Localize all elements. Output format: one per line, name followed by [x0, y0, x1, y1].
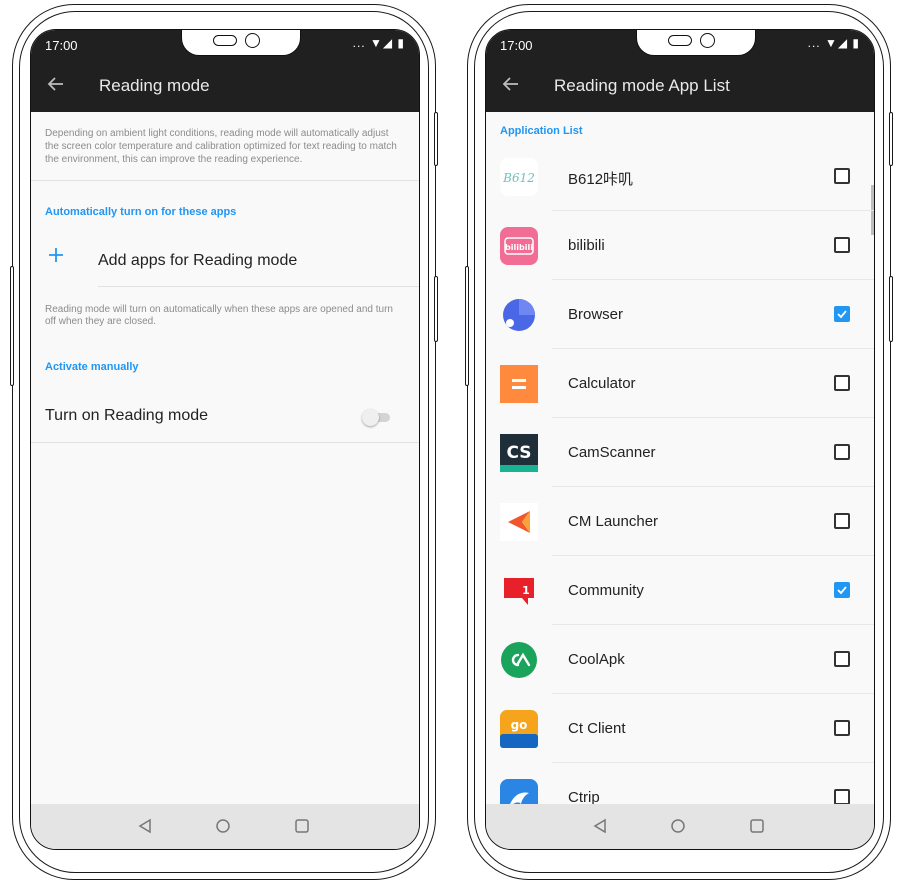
bilibili-icon: bilibili	[500, 227, 538, 265]
camera-icon	[700, 33, 715, 48]
section-manual-header: Activate manually	[45, 361, 139, 373]
camera-icon	[245, 33, 260, 48]
ct-client-icon: go	[500, 710, 538, 748]
list-item[interactable]: CoolApk	[486, 625, 874, 694]
app-checkbox[interactable]	[834, 720, 850, 736]
home-nav-icon[interactable]	[215, 818, 231, 834]
side-button	[889, 276, 893, 342]
notch	[181, 30, 301, 56]
app-name: Calculator	[568, 375, 636, 392]
app-name: Community	[568, 582, 644, 599]
app-name: Ct Client	[568, 720, 626, 737]
check-icon	[837, 586, 847, 595]
toggle-label: Turn on Reading mode	[45, 407, 209, 424]
back-nav-icon[interactable]	[592, 818, 608, 834]
power-button	[889, 112, 893, 166]
plus-icon[interactable]	[47, 246, 65, 264]
calculator-icon	[500, 365, 538, 403]
app-checkbox[interactable]	[834, 789, 850, 805]
list-header: Application List	[500, 125, 583, 137]
app-name: Browser	[568, 306, 624, 323]
notch	[636, 30, 756, 56]
home-nav-icon[interactable]	[670, 818, 686, 834]
reading-mode-toggle[interactable]	[362, 409, 392, 426]
app-checkbox[interactable]	[834, 375, 850, 391]
volume-button	[10, 266, 14, 386]
side-button	[434, 276, 438, 342]
auto-note: Reading mode will turn on automatically …	[45, 304, 393, 327]
volume-button	[465, 266, 469, 386]
reading-mode-description: Depending on ambient light conditions, r…	[45, 128, 397, 165]
app-name: B612咔叽	[568, 171, 634, 188]
section-auto-header: Automatically turn on for these apps	[45, 206, 237, 218]
divider	[31, 180, 419, 181]
page-title: Reading mode	[99, 76, 210, 95]
phone-right: 17:00 ... ▼◢ ▮ Reading mode App List App…	[465, 4, 893, 884]
nav-bar	[486, 804, 874, 849]
coolapk-icon	[501, 642, 537, 678]
divider	[98, 286, 419, 287]
check-icon	[837, 310, 847, 319]
power-button	[434, 112, 438, 166]
recents-nav-icon[interactable]	[749, 818, 765, 834]
recents-nav-icon[interactable]	[294, 818, 310, 834]
status-icons: ... ▼◢ ▮	[352, 36, 405, 50]
screen-reading-mode: 17:00 ... ▼◢ ▮ Reading mode Depending on…	[30, 29, 420, 850]
svg-text:CS: CS	[506, 443, 531, 463]
b612-icon: B612	[500, 158, 538, 196]
app-checkbox-checked[interactable]	[834, 582, 850, 598]
list-item[interactable]: bilibili bilibili	[486, 211, 874, 280]
community-icon: 1	[504, 578, 534, 605]
list-item[interactable]: Browser	[486, 280, 874, 349]
phone-left: 17:00 ... ▼◢ ▮ Reading mode Depending on…	[10, 4, 438, 884]
list-item[interactable]: go Ct Client	[486, 694, 874, 763]
list-item[interactable]: B612 B612咔叽	[486, 142, 874, 211]
back-arrow-icon[interactable]	[502, 75, 520, 93]
app-checkbox[interactable]	[834, 237, 850, 253]
app-name: CamScanner	[568, 444, 656, 461]
page-title: Reading mode App List	[554, 76, 730, 95]
back-arrow-icon[interactable]	[47, 75, 65, 93]
camscanner-icon: CS	[500, 434, 538, 472]
svg-text:1: 1	[522, 584, 530, 597]
app-checkbox[interactable]	[834, 168, 850, 184]
screen-app-list: 17:00 ... ▼◢ ▮ Reading mode App List App…	[485, 29, 875, 850]
speaker-icon	[213, 35, 237, 46]
back-nav-icon[interactable]	[137, 818, 153, 834]
status-icons: ... ▼◢ ▮	[807, 36, 860, 50]
list-item[interactable]: CS CamScanner	[486, 418, 874, 487]
toggle-thumb	[362, 409, 379, 426]
app-checkbox[interactable]	[834, 513, 850, 529]
status-time: 17:00	[45, 38, 78, 53]
app-checkbox[interactable]	[834, 444, 850, 460]
browser-icon	[503, 299, 535, 331]
app-checkbox-checked[interactable]	[834, 306, 850, 322]
list-item[interactable]: CM Launcher	[486, 487, 874, 556]
list-item[interactable]: 1 Community	[486, 556, 874, 625]
speaker-icon	[668, 35, 692, 46]
divider	[31, 442, 419, 443]
cm-launcher-icon	[500, 503, 538, 541]
svg-text:go: go	[511, 718, 528, 732]
svg-text:B612: B612	[502, 171, 535, 185]
app-name: CoolApk	[568, 651, 625, 668]
list-item[interactable]: Calculator	[486, 349, 874, 418]
app-name: CM Launcher	[568, 513, 659, 530]
svg-text:bilibili: bilibili	[505, 243, 533, 252]
nav-bar	[31, 804, 419, 849]
app-name: bilibili	[568, 237, 605, 254]
status-time: 17:00	[500, 38, 533, 53]
app-checkbox[interactable]	[834, 651, 850, 667]
add-apps-button[interactable]: Add apps for Reading mode	[98, 252, 297, 270]
